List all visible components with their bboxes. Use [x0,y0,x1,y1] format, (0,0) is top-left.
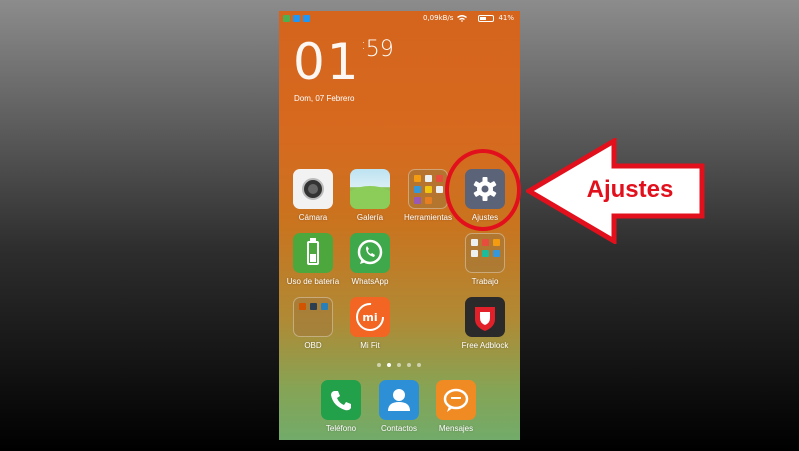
dock-contactos[interactable]: Contactos [371,380,427,433]
clock-minutes: :59 [361,37,394,62]
app-obd-folder[interactable]: OBD [285,297,341,350]
page-dot-active[interactable] [387,363,391,367]
app-galeria[interactable]: Galería [342,169,398,222]
battery-usage-icon [293,233,333,273]
app-label: WhatsApp [351,277,389,286]
app-free-adblock[interactable]: Free Adblock [457,297,513,350]
app-uso-bateria[interactable]: Uso de batería [285,233,341,286]
app-label: Teléfono [325,424,357,433]
contacts-icon [379,380,419,420]
phone-icon [321,380,361,420]
folder-icon [293,297,333,337]
battery-icon [478,14,495,22]
svg-text:mi: mi [362,311,377,324]
folder-icon [465,233,505,273]
date-label: Dom, 07 Febrero [294,94,355,103]
camera-icon [293,169,333,209]
app-trabajo-folder[interactable]: Trabajo [457,233,513,286]
messages-icon [436,380,476,420]
notification-icon [303,15,310,22]
notification-icons [283,15,310,22]
battery-percent: 41% [498,14,514,22]
app-label: Mi Fit [360,341,380,350]
app-label: Cámara [298,213,328,222]
gallery-icon [350,169,390,209]
page-dot[interactable] [397,363,401,367]
app-whatsapp[interactable]: WhatsApp [342,233,398,286]
status-bar: 0,09kB/s 41% [279,11,520,27]
notification-icon [283,15,290,22]
adblock-shield-icon [465,297,505,337]
app-label: OBD [304,341,322,350]
mi-fit-icon: mi [350,297,390,337]
dock-telefono[interactable]: Teléfono [313,380,369,433]
app-label: Trabajo [471,277,499,286]
page-dot[interactable] [407,363,411,367]
clock-hours: 01 [293,33,361,91]
page-dot[interactable] [377,363,381,367]
app-mi-fit[interactable]: mi Mi Fit [342,297,398,350]
clock-widget[interactable]: 01 :59 [293,33,394,91]
network-speed: 0,09kB/s [422,14,454,22]
highlight-circle [445,149,521,231]
wifi-icon [457,15,468,22]
folder-icon [408,169,448,209]
page-dot[interactable] [417,363,421,367]
app-label: Contactos [380,424,418,433]
app-label: Galería [356,213,384,222]
page-indicator [377,363,421,367]
notification-icon [293,15,300,22]
app-camara[interactable]: Cámara [285,169,341,222]
callout-label: Ajustes [586,176,674,203]
app-label: Uso de batería [286,277,340,286]
app-label: Free Adblock [461,341,509,350]
app-label: Herramientas [403,213,452,222]
dock-mensajes[interactable]: Mensajes [428,380,484,433]
app-label: Mensajes [438,424,474,433]
whatsapp-icon [350,233,390,273]
